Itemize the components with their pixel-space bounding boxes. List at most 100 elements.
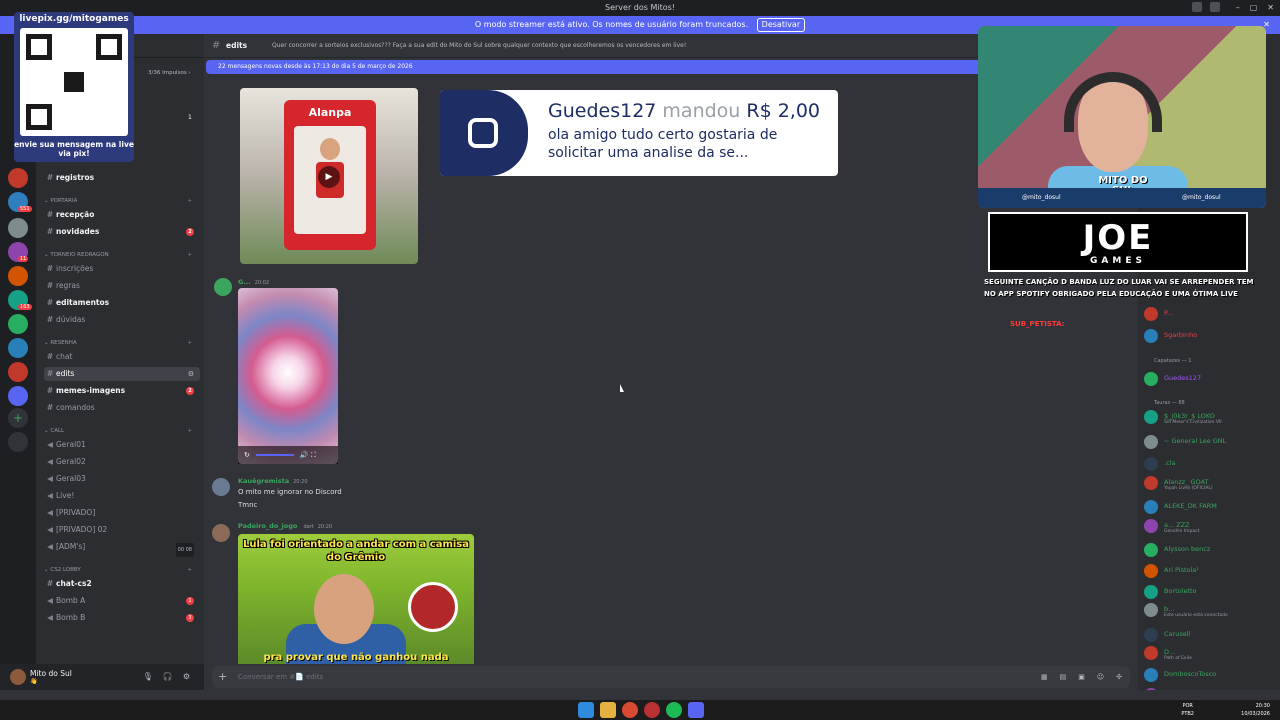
channel-edits[interactable]: # edits ⚙ — [44, 367, 200, 381]
voice-privado[interactable]: ◀ [PRIVADO] — [44, 506, 200, 520]
user-name[interactable]: Mito do Sul — [30, 669, 72, 678]
server-icon[interactable] — [8, 266, 28, 286]
voice-privado-02[interactable]: ◀ [PRIVADO] 02 — [44, 523, 200, 537]
file-explorer-icon[interactable] — [600, 702, 616, 718]
member-row[interactable]: Carusell — [1144, 628, 1278, 642]
channel-editamentos[interactable]: # editamentos — [44, 296, 200, 310]
play-icon[interactable]: ▶ — [318, 166, 340, 188]
avatar[interactable] — [1144, 329, 1158, 343]
attach-plus-icon[interactable]: + — [218, 666, 227, 688]
avatar[interactable] — [1144, 688, 1158, 690]
add-channel-icon[interactable]: + — [187, 248, 192, 262]
member-row[interactable]: b... Este usuário está conectado — [1144, 603, 1278, 618]
message-author[interactable]: G... — [238, 278, 251, 286]
channel-registros[interactable]: # registros — [44, 171, 200, 185]
channel-comandos[interactable]: # comandos — [44, 401, 200, 415]
avatar[interactable] — [1144, 646, 1158, 660]
add-channel-icon[interactable]: + — [187, 563, 192, 577]
avatar[interactable] — [1144, 410, 1158, 424]
minimize-icon[interactable]: – — [1236, 0, 1240, 16]
member-row[interactable]: Ari Pistola¹ — [1144, 564, 1278, 578]
gift-icon[interactable]: ▦ — [1041, 666, 1048, 688]
discord-icon[interactable] — [688, 702, 704, 718]
windows-start-icon[interactable] — [578, 702, 594, 718]
message-composer[interactable]: + Conversar em #📄 edits ▦ ▤ ▣ ☺ ✣ — [212, 666, 1130, 688]
avatar[interactable] — [1144, 585, 1158, 599]
channel-chat-cs2[interactable]: # chat-cs2 — [44, 577, 200, 591]
server-icon[interactable] — [8, 168, 28, 188]
voice-bomb-a[interactable]: ◀ Bomb A 1 — [44, 594, 200, 608]
member-row[interactable]: P... — [1144, 307, 1278, 321]
member-row[interactable]: Bortoletto — [1144, 585, 1278, 599]
channel-regras[interactable]: # regras — [44, 279, 200, 293]
member-row[interactable]: a... ZZZ Genshin Impact — [1144, 519, 1278, 534]
channel-settings-icon[interactable]: ⚙ — [188, 367, 194, 381]
message-author[interactable]: Kauêgremista — [238, 477, 289, 485]
member-row[interactable]: $_j0k3r_$ LOKO Sid Meier's Civilization V… — [1144, 410, 1278, 425]
message-author[interactable]: Padeiro_do_jogo — [238, 522, 297, 530]
gear-icon[interactable]: ⚙ — [183, 672, 190, 681]
category-portaria[interactable]: ⌄ PORTARIA + — [44, 194, 200, 208]
voice-adms[interactable]: ◀ [ADM's] 00 08 — [44, 540, 200, 557]
member-row[interactable]: D... Path of Exile — [1144, 646, 1278, 661]
member-row[interactable]: Alanzz_ GOAT Yayah Lives (OFICIAL) — [1144, 476, 1278, 491]
gif-icon[interactable]: ▤ — [1060, 666, 1067, 688]
avatar[interactable] — [1144, 628, 1158, 642]
add-channel-icon[interactable]: + — [187, 424, 192, 438]
disable-streamer-button[interactable]: Desativar — [756, 18, 806, 32]
inbox-icon[interactable] — [1192, 2, 1202, 12]
apps-icon[interactable]: ✣ — [1116, 666, 1122, 688]
replay-icon[interactable]: ↻ — [244, 451, 250, 459]
add-channel-icon[interactable]: + — [187, 336, 192, 350]
progress-bar[interactable] — [255, 454, 294, 456]
server-icon[interactable] — [8, 386, 28, 406]
member-row[interactable]: Alysson bencz — [1144, 543, 1278, 557]
video-attachment[interactable] — [238, 288, 338, 464]
channel-topic[interactable]: Quer concorrer a sorteios exclusivos??? … — [272, 34, 686, 58]
discover-icon[interactable] — [8, 432, 28, 452]
avatar[interactable] — [10, 669, 26, 685]
channel-inscricoes[interactable]: # inscrições — [44, 262, 200, 276]
category-cs2-lobby[interactable]: ⌄ CS2 LOBBY + — [44, 563, 200, 577]
server-icon[interactable] — [8, 338, 28, 358]
chrome-icon[interactable] — [622, 702, 638, 718]
category-call[interactable]: ⌄ CALL + — [44, 424, 200, 438]
volume-icon[interactable]: 🔊 — [300, 451, 309, 459]
channel-chat[interactable]: # chat — [44, 350, 200, 364]
avatar[interactable] — [1144, 543, 1158, 557]
avatar[interactable] — [1144, 519, 1158, 533]
server-icon[interactable] — [8, 362, 28, 382]
category-torneio[interactable]: ⌄ TORNEIO REDRAGON + — [44, 248, 200, 262]
channel-novidades[interactable]: # novidades 2 — [44, 225, 200, 239]
sticker-icon[interactable]: ▣ — [1078, 666, 1085, 688]
avatar[interactable] — [1144, 457, 1158, 471]
member-row[interactable]: DomboscoTosco — [1144, 668, 1278, 682]
add-server-icon[interactable]: + — [8, 408, 28, 428]
member-row[interactable]: .cla — [1144, 457, 1278, 471]
voice-geral02[interactable]: ◀ Geral02 — [44, 455, 200, 469]
avatar[interactable] — [212, 524, 230, 542]
system-clock[interactable]: 20:30 10/03/2026 — [1241, 702, 1270, 718]
voice-geral01[interactable]: ◀ Geral01 — [44, 438, 200, 452]
avatar[interactable] — [214, 278, 232, 296]
avatar[interactable] — [1144, 500, 1158, 514]
microphone-icon[interactable]: 🎙 — [143, 672, 153, 681]
category-resenha[interactable]: ⌄ RESENHA + — [44, 336, 200, 350]
avatar[interactable] — [1144, 668, 1158, 682]
voice-bomb-b[interactable]: ◀ Bomb B 3 — [44, 611, 200, 625]
avatar[interactable] — [1144, 564, 1158, 578]
spotify-icon[interactable] — [666, 702, 682, 718]
channel-duvidas[interactable]: # dúvidas — [44, 313, 200, 327]
maximize-icon[interactable]: ▢ — [1250, 0, 1258, 16]
avatar[interactable] — [1144, 372, 1158, 386]
avatar[interactable] — [212, 478, 230, 496]
member-row[interactable]: Sgarbinho — [1144, 329, 1278, 343]
input-language[interactable]: POR PTB2 — [1181, 702, 1194, 718]
toy-video-attachment[interactable]: Alanpa ▶ — [240, 88, 418, 264]
app-icon[interactable] — [644, 702, 660, 718]
server-icon[interactable] — [8, 314, 28, 334]
emoji-icon[interactable]: ☺ — [1097, 666, 1104, 688]
avatar[interactable] — [1144, 307, 1158, 321]
boost-progress[interactable]: 3/36 Impulsos › — [148, 70, 191, 76]
close-window-icon[interactable]: ✕ — [1267, 0, 1274, 16]
